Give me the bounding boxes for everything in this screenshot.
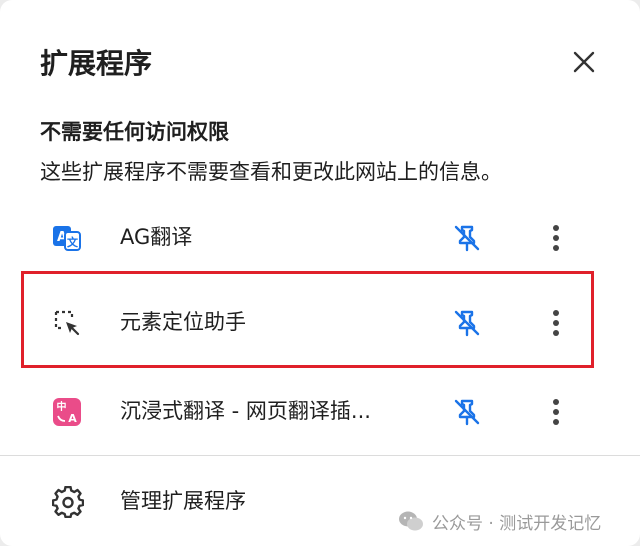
manage-extensions-label: 管理扩展程序 — [120, 489, 246, 513]
extensions-popup: 扩展程序 不需要任何访问权限 这些扩展程序不需要查看和更改此网站上的信息。 A … — [0, 0, 640, 546]
svg-text:A: A — [68, 412, 77, 425]
svg-text:文: 文 — [67, 235, 79, 249]
pin-off-icon — [454, 225, 480, 252]
divider — [0, 455, 640, 456]
section-description: 这些扩展程序不需要查看和更改此网站上的信息。 — [40, 160, 502, 184]
section-heading: 不需要任何访问权限 — [40, 120, 229, 144]
close-icon — [573, 51, 595, 73]
highlight-annotation-box — [21, 271, 594, 368]
immersive-translate-icon: 中 A — [53, 398, 81, 426]
more-options-button[interactable] — [538, 219, 574, 257]
watermark-text: 公众号 · 测试开发记忆 — [432, 513, 602, 534]
more-vert-icon — [553, 225, 559, 251]
pin-off-icon — [454, 399, 480, 426]
svg-text:中: 中 — [57, 400, 67, 413]
extension-name: 沉浸式翻译 - 网页翻译插... — [120, 399, 371, 423]
close-button[interactable] — [566, 44, 602, 80]
extension-row-immersive-translate[interactable]: 中 A 沉浸式翻译 - 网页翻译插... — [0, 376, 640, 446]
extension-row-ag-translate[interactable]: A 文 AG翻译 — [0, 202, 640, 272]
wechat-logo-icon — [399, 511, 423, 531]
unpin-button[interactable] — [448, 219, 486, 257]
unpin-button[interactable] — [448, 393, 486, 431]
gear-icon — [52, 486, 84, 518]
translate-ag-icon: A 文 — [53, 226, 81, 251]
more-vert-icon — [553, 399, 559, 425]
extension-name: AG翻译 — [120, 225, 193, 249]
popup-title: 扩展程序 — [40, 47, 153, 80]
more-options-button[interactable] — [538, 393, 574, 431]
wechat-watermark: 公众号 · 测试开发记忆 — [398, 506, 601, 536]
